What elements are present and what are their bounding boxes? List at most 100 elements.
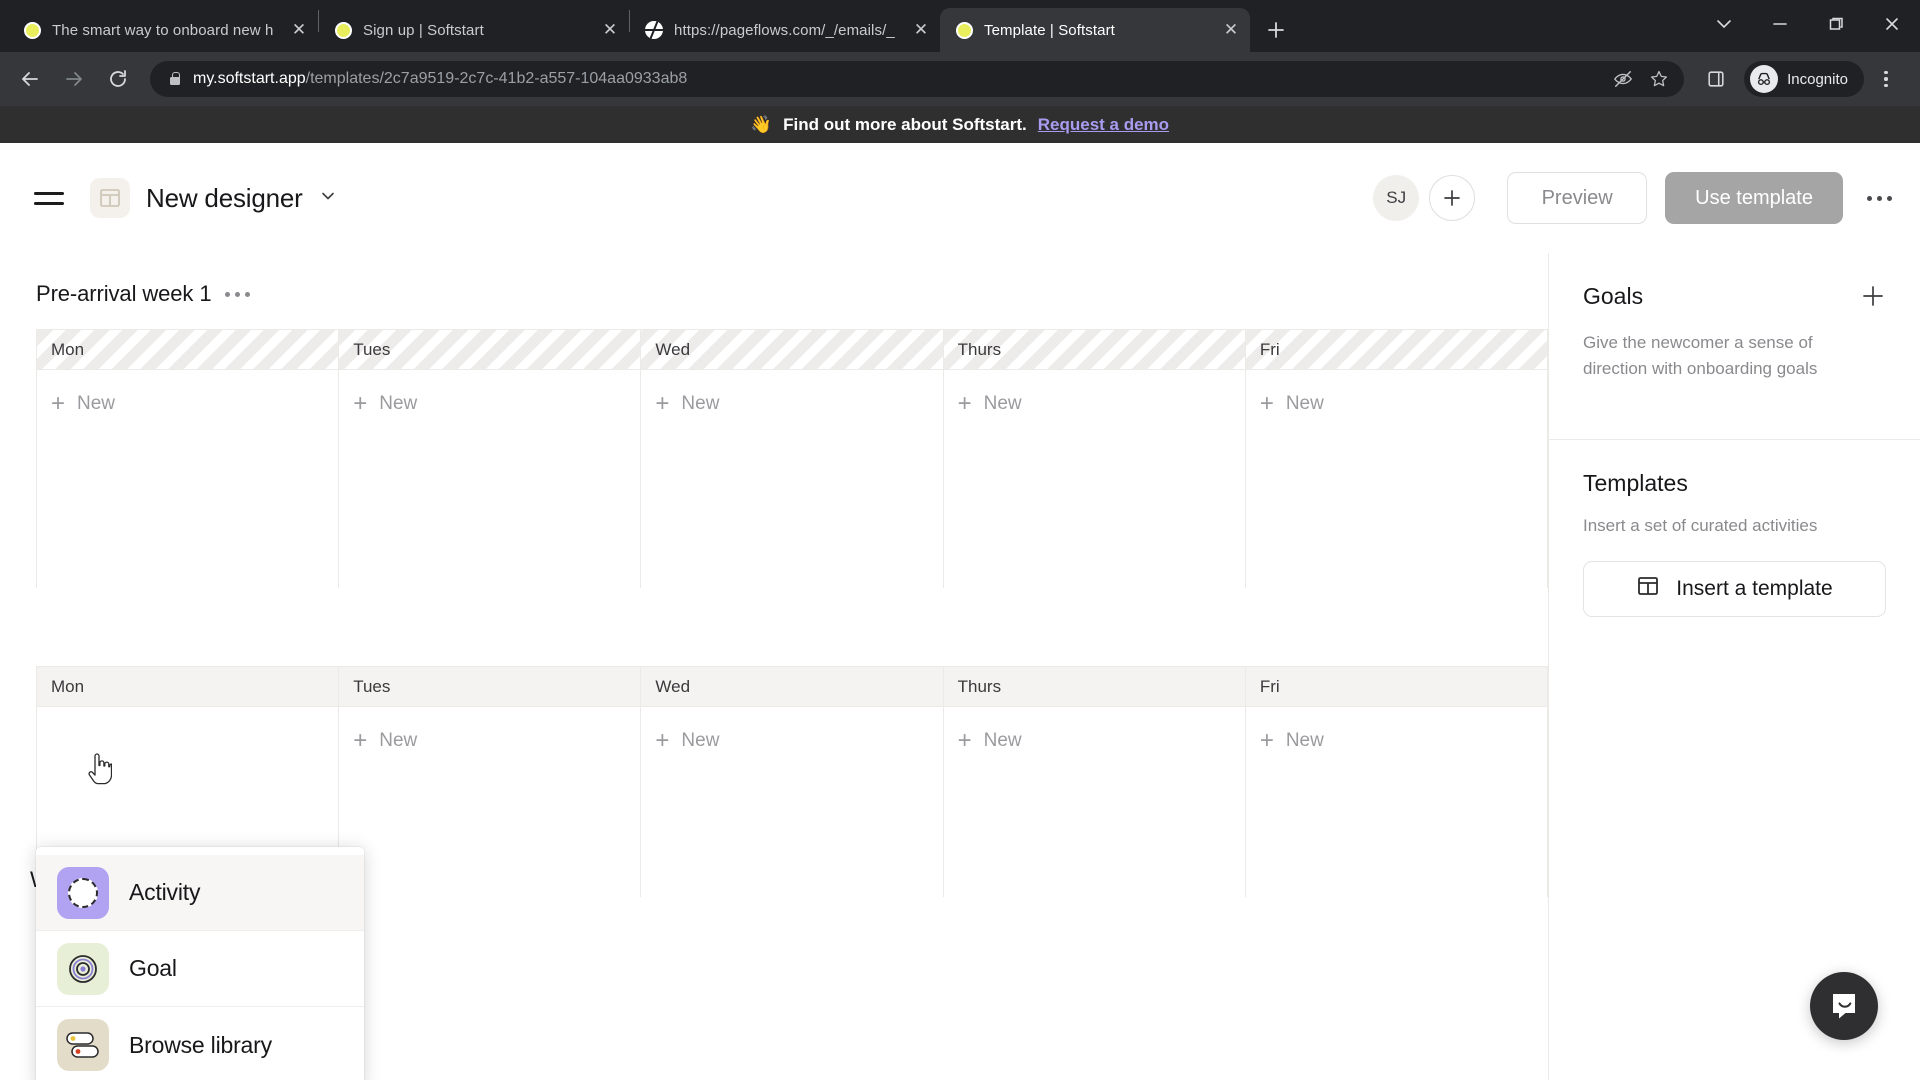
reload-button[interactable] <box>98 59 138 99</box>
toolbar-right: Incognito <box>1696 59 1910 99</box>
add-goal-plus-icon[interactable] <box>1860 283 1886 314</box>
url-text: my.softstart.app/templates/2c7a9519-2c7c… <box>193 70 687 88</box>
app-toolbar: New designer SJ Preview Use template <box>0 143 1920 253</box>
softstart-dot-icon <box>954 20 974 40</box>
back-button[interactable] <box>10 59 50 99</box>
maximize-restore-icon[interactable] <box>1808 0 1864 48</box>
new-label: New <box>77 393 116 414</box>
day-header-label: Thurs <box>943 330 1245 370</box>
new-label: New <box>983 393 1022 414</box>
close-icon[interactable]: ✕ <box>1218 17 1244 43</box>
dashed-circle-icon <box>57 866 109 919</box>
tab-search-icon[interactable] <box>1696 0 1752 48</box>
day-body[interactable]: + New <box>1246 707 1547 897</box>
add-new-activity-button[interactable]: + New <box>1260 392 1547 416</box>
insert-template-label: Insert a template <box>1676 576 1833 600</box>
add-new-activity-button[interactable]: + New <box>353 392 640 416</box>
browser-tab-4-active[interactable]: Template | Softstart ✕ <box>940 8 1250 52</box>
popup-item-goal[interactable]: Goal <box>36 931 364 1007</box>
add-new-activity-button[interactable]: + New <box>1260 729 1547 753</box>
day-body[interactable]: + New <box>37 370 338 588</box>
target-rings-icon <box>57 942 109 995</box>
day-column-fri: Fri + New <box>1245 330 1548 588</box>
day-column-wed: Wed + New <box>641 330 944 588</box>
app-toolbar-right: SJ Preview Use template <box>1373 172 1892 224</box>
day-body[interactable]: + New <box>1246 370 1547 588</box>
close-icon[interactable]: ✕ <box>286 17 312 43</box>
add-new-activity-button[interactable]: + New <box>958 729 1245 753</box>
popup-item-browse-library[interactable]: Browse library <box>36 1007 364 1080</box>
intercom-chat-icon[interactable] <box>1810 972 1878 1040</box>
preview-button[interactable]: Preview <box>1507 172 1648 224</box>
popup-item-activity[interactable]: Activity <box>36 855 364 931</box>
chrome-menu-icon[interactable] <box>1866 59 1906 99</box>
minimize-icon[interactable] <box>1752 0 1808 48</box>
browser-tab-3[interactable]: https://pageflows.com/_/emails/_ ✕ <box>630 8 940 52</box>
schedule-canvas: Pre-arrival week 1 Mon + New Tues + New … <box>0 253 1548 1080</box>
close-window-icon[interactable] <box>1864 0 1920 48</box>
add-new-activity-button[interactable]: + New <box>51 392 338 416</box>
day-column-tues: Tues + New <box>339 667 642 897</box>
globe-icon <box>644 20 664 40</box>
address-bar[interactable]: my.softstart.app/templates/2c7a9519-2c7c… <box>150 61 1685 97</box>
templates-description: Insert a set of curated activities <box>1583 516 1818 535</box>
plus-icon: + <box>1259 390 1274 417</box>
new-label: New <box>379 730 418 751</box>
day-body[interactable]: + New <box>641 707 942 897</box>
plus-icon: + <box>957 390 972 417</box>
browser-tab-1[interactable]: The smart way to onboard new h ✕ <box>8 8 318 52</box>
day-body[interactable]: + New <box>944 707 1245 897</box>
forward-button[interactable] <box>54 59 94 99</box>
close-icon[interactable]: ✕ <box>908 17 934 43</box>
menu-hamburger-icon[interactable] <box>34 191 64 205</box>
avatar[interactable]: SJ <box>1373 175 1420 221</box>
goals-description: Give the newcomer a sense of direction w… <box>1583 333 1818 378</box>
browser-tabstrip: The smart way to onboard new h ✕ Sign up… <box>0 0 1920 52</box>
day-column-thurs: Thurs + New <box>943 667 1246 897</box>
bookmark-star-icon[interactable] <box>1642 62 1676 96</box>
waving-hand-icon: 👋 <box>750 114 773 134</box>
close-icon[interactable]: ✕ <box>597 17 623 43</box>
add-new-activity-button[interactable]: + New <box>353 729 640 753</box>
add-new-activity-button[interactable]: + New <box>655 392 942 416</box>
softstart-dot-icon <box>333 20 353 40</box>
plus-icon: + <box>353 727 368 754</box>
url-domain: my.softstart.app <box>193 70 306 87</box>
popup-item-label: Activity <box>129 879 201 905</box>
day-body[interactable]: + New <box>944 370 1245 588</box>
add-member-button[interactable] <box>1429 175 1476 221</box>
day-column-thurs: Thurs + New <box>943 330 1246 588</box>
day-header-label: Thurs <box>943 667 1245 707</box>
promo-banner: 👋 Find out more about Softstart. Request… <box>0 106 1920 143</box>
side-panel-icon[interactable] <box>1696 59 1736 99</box>
tab-title: Sign up | Softstart <box>363 21 484 39</box>
day-header-label: Wed <box>641 330 943 370</box>
incognito-profile-button[interactable]: Incognito <box>1744 61 1864 97</box>
day-header-label: Mon <box>37 667 339 707</box>
day-body[interactable]: + New <box>339 707 640 897</box>
chevron-down-icon[interactable] <box>319 187 337 210</box>
day-body[interactable]: + New <box>641 370 942 588</box>
add-new-activity-button[interactable]: + New <box>958 392 1245 416</box>
browser-tab-2[interactable]: Sign up | Softstart ✕ <box>319 8 629 52</box>
library-cards-icon <box>57 1019 109 1071</box>
use-template-button[interactable]: Use template <box>1665 172 1843 224</box>
third-party-cookies-blocked-icon[interactable] <box>1606 62 1640 96</box>
mouse-cursor <box>86 753 113 790</box>
tab-title: Template | Softstart <box>984 21 1115 39</box>
new-label: New <box>983 730 1022 751</box>
softstart-dot-icon <box>22 20 42 40</box>
more-options-icon[interactable] <box>1867 195 1892 201</box>
day-body[interactable]: + New <box>339 370 640 588</box>
week-1-grid: Mon + New Tues + New Wed + New Thurs + N… <box>36 329 1548 588</box>
plus-icon: + <box>1259 727 1274 754</box>
request-a-demo-link[interactable]: Request a demo <box>1038 115 1169 135</box>
week-options-icon[interactable] <box>225 291 251 297</box>
goals-title: Goals <box>1583 283 1644 309</box>
insert-a-template-button[interactable]: Insert a template <box>1583 560 1886 617</box>
tab-title: The smart way to onboard new h <box>52 21 274 39</box>
add-new-activity-button[interactable]: + New <box>655 729 942 753</box>
new-label: New <box>1285 730 1324 751</box>
new-label: New <box>681 730 720 751</box>
new-tab-button[interactable] <box>1256 10 1296 50</box>
